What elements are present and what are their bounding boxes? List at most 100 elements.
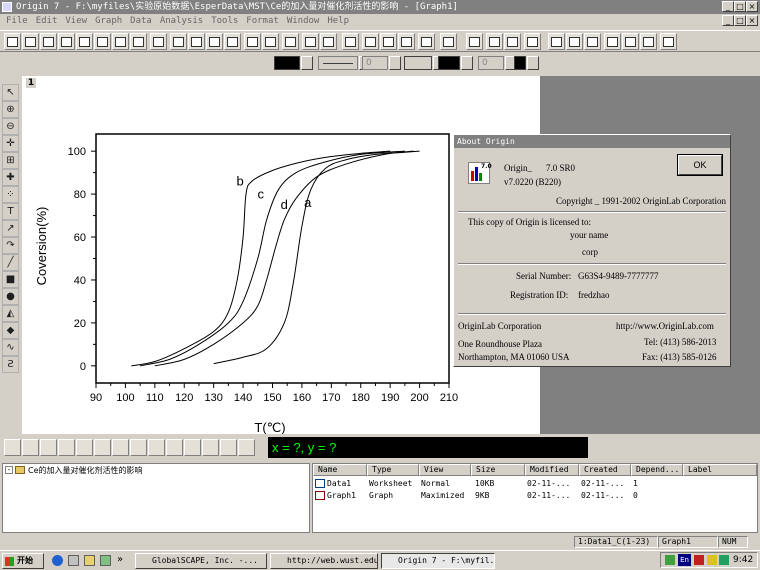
tool-button-15[interactable]: ◆ — [2, 322, 19, 339]
toolbar-button-30[interactable] — [566, 33, 583, 50]
line-width-dropdown[interactable] — [389, 56, 401, 70]
toolbar-button-33[interactable] — [622, 33, 639, 50]
menu-view[interactable]: View — [61, 14, 91, 28]
tool-button-8[interactable]: T — [2, 203, 19, 220]
toolbar-button-13[interactable] — [224, 33, 241, 50]
toolbar-button-17[interactable] — [302, 33, 319, 50]
toolbar-button-16[interactable] — [282, 33, 299, 50]
tool-button-11[interactable]: ╱ — [2, 254, 19, 271]
toolbar-button-1[interactable] — [4, 33, 21, 50]
symbol-color-swatch[interactable] — [514, 56, 526, 70]
color-swatch[interactable] — [274, 56, 300, 70]
tool-button-5[interactable]: ⊞ — [2, 152, 19, 169]
toolbar-button-32[interactable] — [604, 33, 621, 50]
tree-expand-icon[interactable]: - — [5, 466, 13, 474]
menu-help[interactable]: Help — [323, 14, 353, 28]
menu-analysis[interactable]: Analysis — [156, 14, 207, 28]
toolbar-button-31[interactable] — [584, 33, 601, 50]
toolbar-button-25[interactable] — [466, 33, 483, 50]
tray-icon[interactable] — [694, 555, 704, 565]
tool-button-13[interactable]: ● — [2, 288, 19, 305]
tool-button-4[interactable]: ✛ — [2, 135, 19, 152]
ok-button[interactable]: OK — [678, 155, 722, 175]
menu-file[interactable]: File — [2, 14, 32, 28]
toolbar-button-10[interactable] — [170, 33, 187, 50]
tool-button-9[interactable]: ↗ — [2, 220, 19, 237]
menu-format[interactable]: Format — [242, 14, 283, 28]
toolbar-button-28[interactable] — [524, 33, 541, 50]
toolbar-button-20[interactable] — [362, 33, 379, 50]
task-browser[interactable]: http://web.wust.edu... — [270, 553, 378, 569]
minimize-button[interactable]: _ — [722, 1, 734, 12]
col-modified[interactable]: Modified — [525, 464, 579, 476]
plot-type-button-3[interactable] — [40, 439, 57, 456]
toolbar-button-18[interactable] — [320, 33, 337, 50]
fill-pattern-select[interactable] — [404, 56, 432, 70]
about-url[interactable]: http://www.OriginLab.com — [616, 321, 714, 331]
toolbar-button-19[interactable] — [342, 33, 359, 50]
menu-data[interactable]: Data — [126, 14, 156, 28]
media-icon[interactable] — [100, 555, 111, 566]
menu-window[interactable]: Window — [283, 14, 324, 28]
symbol-size-field[interactable]: 0 — [478, 56, 504, 70]
col-type[interactable]: Type — [367, 464, 419, 476]
toolbar-button-14[interactable] — [244, 33, 261, 50]
toolbar-button-26[interactable] — [486, 33, 503, 50]
plot-type-button-11[interactable] — [184, 439, 201, 456]
menu-graph[interactable]: Graph — [91, 14, 126, 28]
ie-icon[interactable] — [52, 555, 63, 566]
plot-type-button-2[interactable] — [22, 439, 39, 456]
plot-type-button-8[interactable] — [130, 439, 147, 456]
tray-icon[interactable] — [707, 555, 717, 565]
toolbar-button-3[interactable] — [40, 33, 57, 50]
plot-type-button-6[interactable] — [94, 439, 111, 456]
close-button[interactable]: × — [746, 1, 758, 12]
toolbar-button-29[interactable] — [548, 33, 565, 50]
table-cell[interactable]: Data1 — [327, 479, 351, 488]
toolbar-button-21[interactable] — [380, 33, 397, 50]
tool-button-1[interactable]: ↖ — [2, 84, 19, 101]
table-cell[interactable]: Graph1 — [327, 491, 356, 500]
plot-type-button-12[interactable] — [202, 439, 219, 456]
toolbar-button-7[interactable] — [112, 33, 129, 50]
toolbar-button-22[interactable] — [398, 33, 415, 50]
desktop-icon[interactable] — [84, 555, 95, 566]
toolbar-button-2[interactable] — [22, 33, 39, 50]
toolbar-button-5[interactable] — [76, 33, 93, 50]
toolbar-button-35[interactable] — [660, 33, 677, 50]
col-depend[interactable]: Depend... — [631, 464, 683, 476]
tool-button-3[interactable]: ⊖ — [2, 118, 19, 135]
fill-color-dropdown[interactable] — [461, 56, 473, 70]
plot-type-button-10[interactable] — [166, 439, 183, 456]
toolbar-button-4[interactable] — [58, 33, 75, 50]
toolbar-button-27[interactable] — [504, 33, 521, 50]
tool-button-7[interactable]: ⁘ — [2, 186, 19, 203]
color-dropdown[interactable] — [301, 56, 313, 70]
task-globalscape[interactable]: GlobalSCAPE, Inc. -... — [135, 553, 267, 569]
plot-type-button-13[interactable] — [220, 439, 237, 456]
maximize-button[interactable]: □ — [734, 1, 746, 12]
tool-button-2[interactable]: ⊕ — [2, 101, 19, 118]
tool-button-10[interactable]: ↷ — [2, 237, 19, 254]
toolbar-button-23[interactable] — [418, 33, 435, 50]
toolbar-button-24[interactable] — [440, 33, 457, 50]
project-folder-name[interactable]: Ce的加入量对催化剂活性的影响 — [28, 465, 143, 476]
col-size[interactable]: Size — [471, 464, 525, 476]
tray-icon[interactable] — [719, 555, 729, 565]
plot-type-button-1[interactable] — [4, 439, 21, 456]
plot-type-button-7[interactable] — [112, 439, 129, 456]
start-button[interactable]: 开始 — [2, 553, 44, 569]
col-label[interactable]: Label — [683, 464, 757, 476]
plot-type-button-5[interactable] — [76, 439, 93, 456]
toolbar-button-6[interactable] — [94, 33, 111, 50]
line-style-select[interactable] — [318, 56, 358, 70]
tool-button-16[interactable]: ∿ — [2, 339, 19, 356]
plot-type-button-4[interactable] — [58, 439, 75, 456]
col-created[interactable]: Created — [579, 464, 631, 476]
toolbar-button-12[interactable] — [206, 33, 223, 50]
col-view[interactable]: View — [419, 464, 471, 476]
toolbar-button-11[interactable] — [188, 33, 205, 50]
plot-type-button-9[interactable] — [148, 439, 165, 456]
line-width-field[interactable]: 0 — [362, 56, 388, 70]
task-origin[interactable]: Origin 7 - F:\myfil... — [381, 553, 495, 569]
